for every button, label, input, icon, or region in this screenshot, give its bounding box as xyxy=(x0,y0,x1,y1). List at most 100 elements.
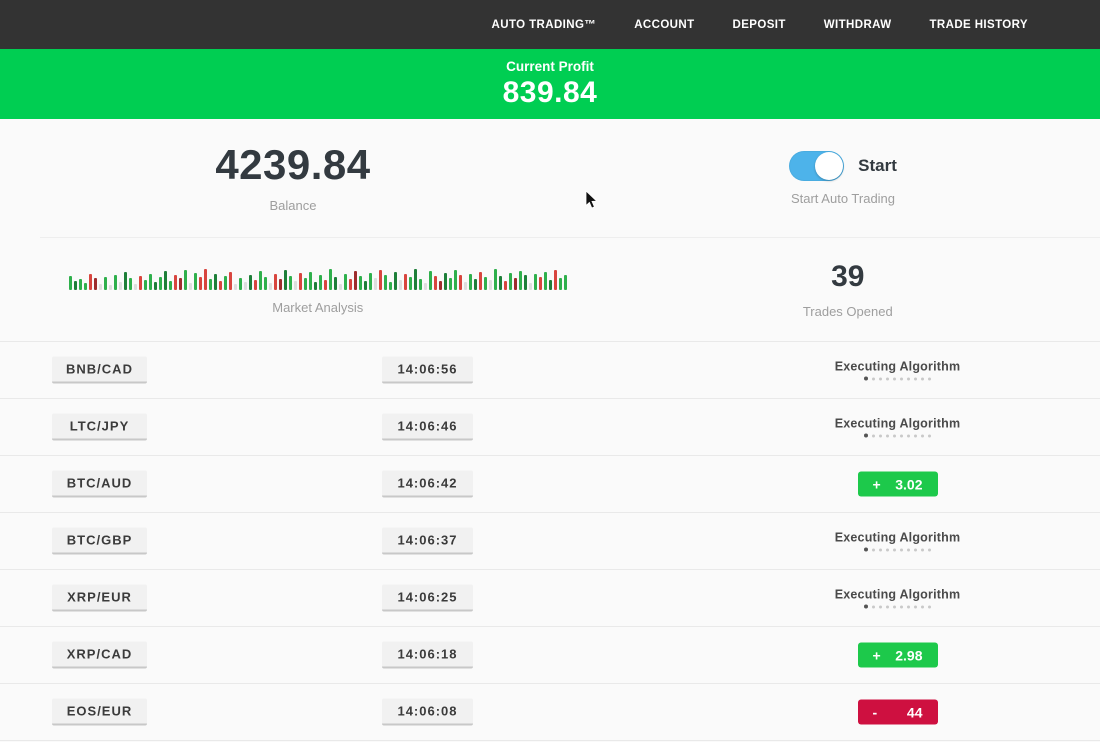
market-bar xyxy=(154,282,157,290)
market-bar xyxy=(364,281,367,290)
market-bar xyxy=(269,283,272,290)
nav-item-account[interactable]: ACCOUNT xyxy=(634,19,694,31)
status-cell: Executing Algorithm xyxy=(790,588,1005,609)
market-bar xyxy=(179,278,182,290)
market-bar xyxy=(404,274,407,290)
market-bar xyxy=(219,281,222,290)
status-cell: Executing Algorithm xyxy=(790,417,1005,438)
market-bar xyxy=(204,269,207,290)
market-bar xyxy=(359,276,362,290)
market-bar xyxy=(509,273,512,290)
market-bar xyxy=(254,280,257,290)
market-bar xyxy=(554,270,557,290)
balance-value: 4239.84 xyxy=(215,143,370,187)
market-bar xyxy=(524,275,527,290)
market-bar xyxy=(319,275,322,290)
market-bar xyxy=(424,283,427,290)
market-bar xyxy=(69,276,72,290)
market-bar xyxy=(449,278,452,290)
auto-trading-label: Start Auto Trading xyxy=(791,191,895,206)
market-bar xyxy=(324,280,327,290)
market-bar xyxy=(389,282,392,290)
market-bar xyxy=(474,279,477,290)
market-bar xyxy=(504,281,507,290)
nav-item-withdraw[interactable]: WITHDRAW xyxy=(824,19,892,31)
market-bar xyxy=(369,273,372,290)
market-bar xyxy=(314,282,317,290)
balance-section: 4239.84 Balance Start Start Auto Trading xyxy=(0,119,1100,237)
market-bar xyxy=(139,276,142,290)
market-bar xyxy=(259,271,262,290)
market-bar xyxy=(114,275,117,290)
trade-row: BTC/AUD14:06:42+3.02 xyxy=(0,456,1100,513)
market-bar xyxy=(394,272,397,290)
market-analysis-block: Market Analysis xyxy=(40,238,596,341)
market-bar xyxy=(434,276,437,290)
market-bar xyxy=(304,278,307,290)
dashboard: 4239.84 Balance Start Start Auto Trading… xyxy=(0,119,1100,741)
pair-badge: EOS/EUR xyxy=(52,699,147,726)
market-bar xyxy=(194,273,197,290)
market-bar xyxy=(149,274,152,290)
trade-row: BTC/GBP14:06:37Executing Algorithm xyxy=(0,513,1100,570)
market-bar xyxy=(299,273,302,290)
trades-opened-block: 39 Trades Opened xyxy=(596,238,1100,341)
profit-badge: +2.98 xyxy=(858,643,938,668)
auto-trading-toggle[interactable] xyxy=(789,151,844,181)
market-bar xyxy=(354,271,357,290)
market-bar xyxy=(89,274,92,290)
market-bar xyxy=(109,285,112,290)
market-bar xyxy=(409,277,412,290)
market-bar xyxy=(549,280,552,290)
market-bar xyxy=(169,281,172,290)
market-bar xyxy=(519,271,522,290)
market-bar xyxy=(289,276,292,290)
executing-algorithm-label: Executing Algorithm xyxy=(790,417,1005,431)
market-bar xyxy=(459,275,462,290)
market-bar xyxy=(539,277,542,290)
market-bar xyxy=(294,281,297,290)
market-bar xyxy=(99,284,102,290)
market-bar xyxy=(544,272,547,290)
market-bar xyxy=(489,280,492,290)
market-bar xyxy=(239,278,242,290)
nav-item-deposit[interactable]: DEPOSIT xyxy=(733,19,786,31)
trades-opened-value: 39 xyxy=(831,260,864,294)
status-cell: +3.02 xyxy=(790,472,1005,497)
market-bar xyxy=(349,279,352,290)
market-bar xyxy=(469,274,472,290)
market-bar xyxy=(174,275,177,290)
market-bar xyxy=(339,284,342,290)
market-bar xyxy=(94,278,97,290)
nav-item-auto-trading[interactable]: AUTO TRADING™ xyxy=(492,19,597,31)
market-bar xyxy=(189,283,192,290)
market-bar xyxy=(334,277,337,290)
loader-dots-icon xyxy=(790,435,1005,438)
pair-badge: XRP/CAD xyxy=(52,642,147,669)
time-badge: 14:06:25 xyxy=(382,585,473,612)
market-bar xyxy=(479,272,482,290)
time-badge: 14:06:56 xyxy=(382,357,473,384)
market-bar xyxy=(79,279,82,290)
loader-dots-icon xyxy=(790,378,1005,381)
balance-block: 4239.84 Balance xyxy=(0,119,586,237)
time-badge: 14:06:37 xyxy=(382,528,473,555)
market-bar xyxy=(309,272,312,290)
executing-algorithm-label: Executing Algorithm xyxy=(790,531,1005,545)
loss-badge: -44 xyxy=(858,700,938,725)
market-bar xyxy=(379,270,382,290)
market-bar xyxy=(529,283,532,290)
market-bar xyxy=(494,269,497,290)
market-bar xyxy=(429,271,432,290)
trade-row: XRP/CAD14:06:18+2.98 xyxy=(0,627,1100,684)
nav-item-trade-history[interactable]: TRADE HISTORY xyxy=(930,19,1029,31)
pair-badge: BTC/AUD xyxy=(52,471,147,498)
market-bar xyxy=(214,274,217,290)
market-bar xyxy=(74,281,77,290)
auto-trading-block: Start Start Auto Trading xyxy=(586,119,1100,237)
market-bar xyxy=(274,274,277,290)
trade-row: LTC/JPY14:06:46Executing Algorithm xyxy=(0,399,1100,456)
current-profit-label: Current Profit xyxy=(0,59,1100,74)
market-bar xyxy=(439,281,442,290)
market-bar xyxy=(419,279,422,290)
